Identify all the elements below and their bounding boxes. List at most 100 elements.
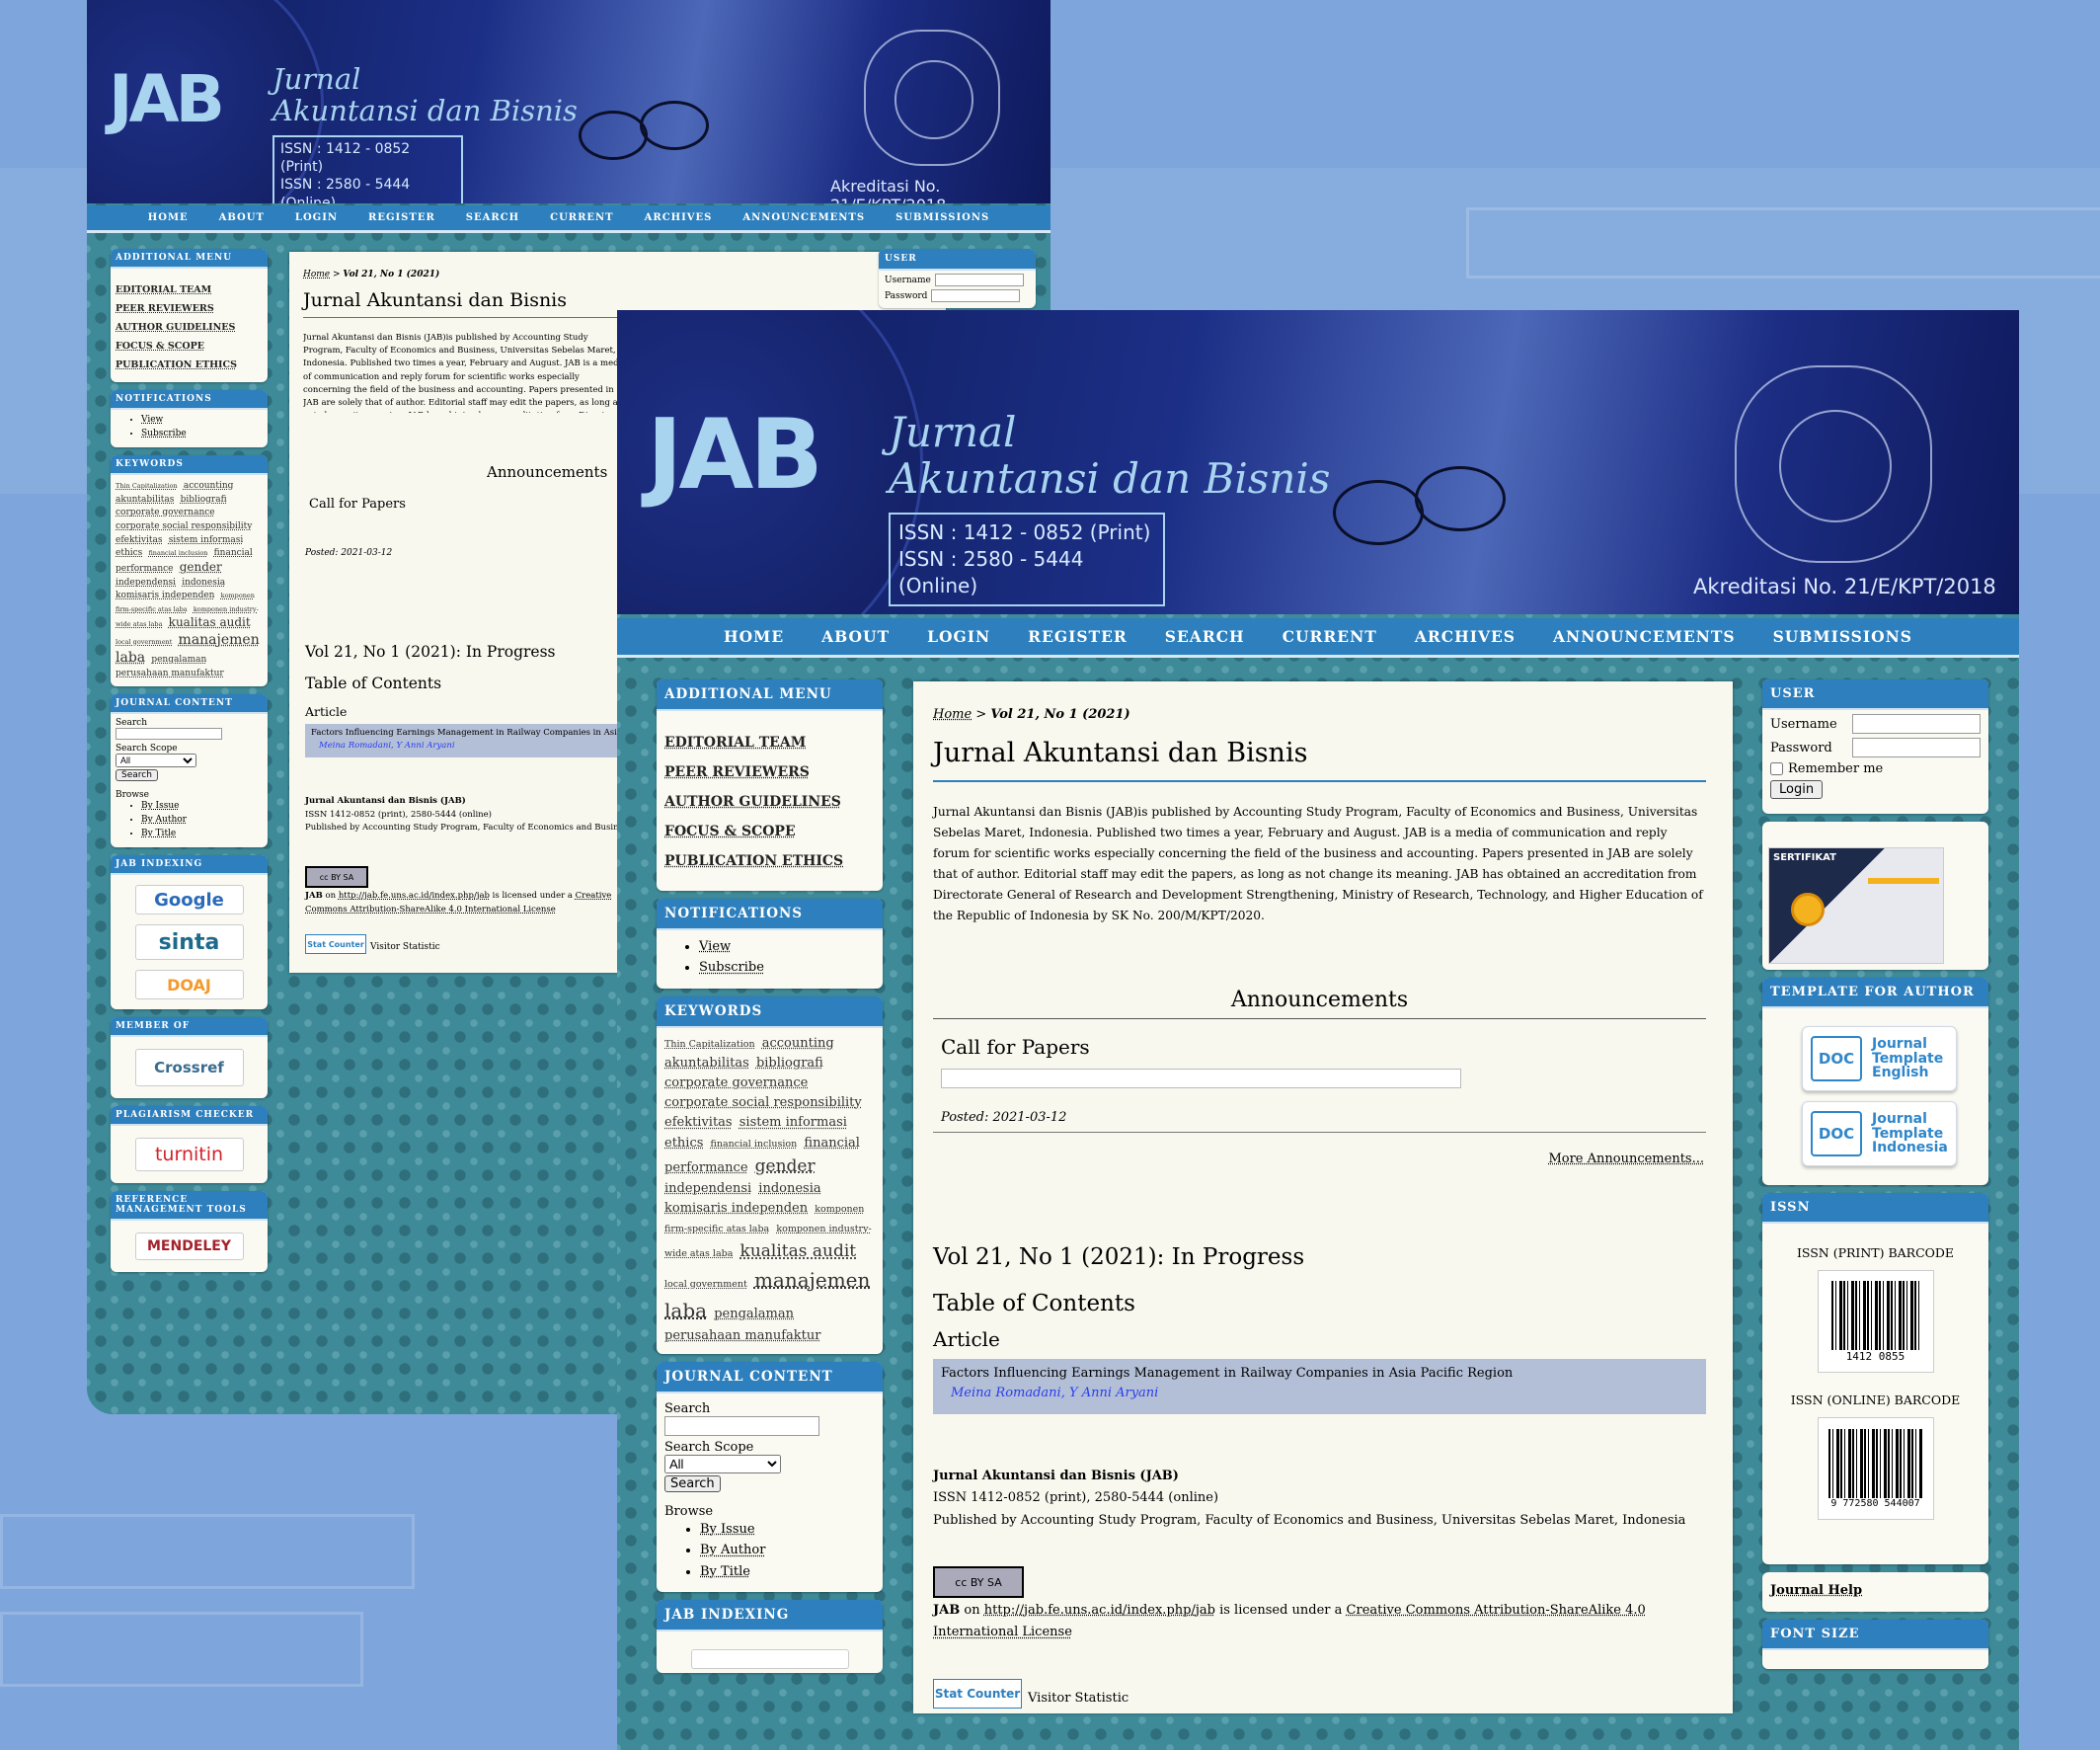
nav-about[interactable]: ABOUT — [219, 212, 265, 223]
menu-item-author-guidelines[interactable]: AUTHOR GUIDELINES — [664, 794, 875, 810]
sinta-logo[interactable]: sinta — [134, 924, 244, 961]
license-url-link[interactable]: http://jab.fe.uns.ac.id/index.php/jab — [984, 1603, 1215, 1618]
nav-announcements[interactable]: ANNOUNCEMENTS — [742, 212, 865, 223]
statcounter-badge[interactable]: Stat Counter — [933, 1679, 1022, 1709]
keyword-tag[interactable]: Thin Capitalization — [116, 482, 178, 490]
mendeley-logo[interactable]: MENDELEY — [134, 1233, 244, 1261]
nav-login[interactable]: LOGIN — [295, 212, 338, 223]
keyword-tag[interactable]: kualitas audit — [169, 615, 251, 629]
keyword-tag[interactable]: gender — [755, 1156, 816, 1176]
browse-by-issue-link[interactable]: By Issue — [700, 1522, 755, 1537]
keyword-tag[interactable]: perusahaan manufaktur — [116, 669, 224, 678]
template-indonesia-button[interactable]: DOC Journal Template Indonesia — [1802, 1101, 1957, 1166]
nav-current[interactable]: CURRENT — [1283, 627, 1377, 646]
menu-item-focus-scope[interactable]: FOCUS & SCOPE — [116, 341, 263, 352]
nav-search[interactable]: SEARCH — [466, 212, 519, 223]
notification-view-link[interactable]: View — [141, 415, 163, 425]
turnitin-logo[interactable]: turnitin — [134, 1138, 244, 1172]
search-button[interactable]: Search — [116, 769, 158, 782]
keyword-tag[interactable]: ethics — [664, 1136, 703, 1151]
breadcrumb-home[interactable]: Home — [933, 707, 972, 722]
cc-license-badge[interactable]: cc BY SA — [305, 866, 368, 888]
nav-submissions[interactable]: SUBMISSIONS — [1773, 627, 1912, 646]
notification-subscribe-link[interactable]: Subscribe — [141, 429, 187, 438]
menu-item-peer-reviewers[interactable]: PEER REVIEWERS — [116, 303, 263, 314]
keyword-tag[interactable]: accounting — [184, 481, 234, 491]
menu-item-editorial-team[interactable]: EDITORIAL TEAM — [664, 735, 875, 751]
menu-item-author-guidelines[interactable]: AUTHOR GUIDELINES — [116, 322, 263, 333]
nav-login[interactable]: LOGIN — [927, 627, 990, 646]
nav-submissions[interactable]: SUBMISSIONS — [895, 212, 989, 223]
keyword-tag[interactable]: akuntabilitas — [116, 495, 174, 505]
journal-help-link[interactable]: Journal Help — [1770, 1583, 1862, 1598]
keyword-tag[interactable]: indonesia — [758, 1181, 820, 1196]
menu-item-editorial-team[interactable]: EDITORIAL TEAM — [116, 284, 263, 295]
keyword-tag[interactable]: akuntabilitas — [664, 1056, 749, 1071]
template-english-button[interactable]: DOC Journal Template English — [1802, 1026, 1957, 1091]
keyword-tag[interactable]: bibliografi — [756, 1056, 823, 1071]
password-input[interactable] — [931, 289, 1021, 302]
keyword-tag[interactable]: local government — [116, 638, 172, 646]
article-row[interactable]: Factors Influencing Earnings Management … — [933, 1359, 1706, 1414]
keyword-tag[interactable]: pengalaman — [714, 1307, 794, 1321]
article-title[interactable]: Factors Influencing Earnings Management … — [941, 1366, 1698, 1381]
nav-archives[interactable]: ARCHIVES — [645, 212, 713, 223]
browse-by-title-link[interactable]: By Title — [141, 829, 176, 838]
keyword-tag[interactable]: sistem informasi — [739, 1115, 847, 1130]
keyword-tag[interactable]: Thin Capitalization — [664, 1039, 755, 1050]
article-authors[interactable]: Meina Romadani, Y Anni Aryani — [951, 1386, 1698, 1400]
menu-item-publication-ethics[interactable]: PUBLICATION ETHICS — [664, 853, 875, 869]
nav-register[interactable]: REGISTER — [1028, 627, 1128, 646]
keyword-tag[interactable]: corporate governance — [664, 1075, 808, 1090]
nav-about[interactable]: ABOUT — [821, 627, 890, 646]
certificate-image[interactable]: SERTIFIKAT — [1768, 847, 1944, 964]
keyword-tag[interactable]: financial inclusion — [148, 549, 207, 557]
menu-item-publication-ethics[interactable]: PUBLICATION ETHICS — [116, 359, 263, 370]
cc-license-badge[interactable]: cc BY SA — [933, 1566, 1024, 1598]
keyword-tag[interactable]: bibliografi — [181, 495, 227, 505]
username-input[interactable] — [934, 274, 1024, 286]
keyword-tag[interactable]: corporate social responsibility — [116, 521, 252, 531]
notification-view-link[interactable]: View — [699, 939, 731, 954]
browse-by-author-link[interactable]: By Author — [141, 815, 187, 825]
keyword-tag[interactable]: local government — [664, 1279, 747, 1290]
browse-by-title-link[interactable]: By Title — [700, 1564, 750, 1579]
browse-by-issue-link[interactable]: By Issue — [141, 801, 179, 811]
menu-item-peer-reviewers[interactable]: PEER REVIEWERS — [664, 764, 875, 780]
keyword-tag[interactable]: pengalaman — [151, 655, 206, 665]
crossref-logo[interactable]: Crossref — [134, 1049, 244, 1087]
menu-item-focus-scope[interactable]: FOCUS & SCOPE — [664, 824, 875, 839]
nav-home[interactable]: HOME — [148, 212, 189, 223]
password-input[interactable] — [1852, 738, 1981, 757]
browse-by-author-link[interactable]: By Author — [700, 1543, 765, 1557]
keyword-tag[interactable]: corporate governance — [116, 508, 215, 517]
keyword-tag[interactable]: sistem informasi — [169, 535, 244, 545]
keyword-tag[interactable]: accounting — [762, 1036, 834, 1051]
statcounter-badge[interactable]: Stat Counter — [305, 934, 366, 954]
license-url-link[interactable]: http://jab.fe.uns.ac.id/index.php/jab — [339, 891, 490, 901]
nav-home[interactable]: HOME — [724, 627, 784, 646]
keyword-tag[interactable]: komisaris independen — [116, 591, 214, 600]
search-button[interactable]: Search — [664, 1474, 721, 1492]
notification-subscribe-link[interactable]: Subscribe — [699, 960, 764, 975]
nav-announcements[interactable]: ANNOUNCEMENTS — [1553, 627, 1736, 646]
keyword-tag[interactable]: gender — [180, 560, 222, 574]
keyword-tag[interactable]: independensi — [664, 1181, 751, 1196]
keyword-tag[interactable]: efektivitas — [116, 535, 163, 545]
keyword-tag[interactable]: independensi — [116, 578, 176, 588]
keyword-tag[interactable]: indonesia — [182, 578, 225, 588]
search-input[interactable] — [116, 727, 222, 740]
keyword-tag[interactable]: corporate social responsibility — [664, 1095, 862, 1110]
nav-archives[interactable]: ARCHIVES — [1415, 627, 1516, 646]
search-scope-select[interactable]: All — [664, 1454, 781, 1473]
search-scope-select[interactable]: All — [116, 754, 196, 768]
keyword-tag[interactable]: perusahaan manufaktur — [664, 1328, 820, 1343]
search-input[interactable] — [664, 1415, 819, 1436]
doaj-logo[interactable]: DOAJ — [134, 970, 244, 1000]
more-announcements-link[interactable]: More Announcements... — [1548, 1152, 1704, 1166]
keyword-tag[interactable]: financial inclusion — [711, 1139, 798, 1150]
keyword-tag[interactable]: komisaris independen — [664, 1201, 808, 1216]
google-scholar-logo[interactable] — [690, 1649, 849, 1670]
google-logo[interactable]: Google — [134, 885, 244, 915]
login-button[interactable]: Login — [1770, 780, 1824, 799]
